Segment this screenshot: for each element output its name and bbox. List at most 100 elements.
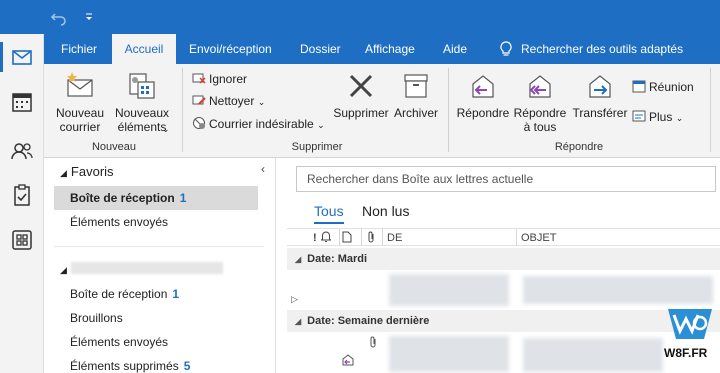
- ribbon-tabs: Fichier Accueil Envoi/réception Dossier …: [44, 34, 720, 64]
- tab-dossier[interactable]: Dossier: [292, 34, 349, 64]
- clean-up-button[interactable]: Nettoyer ⌄: [192, 92, 265, 110]
- column-divider: [382, 229, 383, 246]
- unread-count: 1: [179, 191, 187, 205]
- new-items-icon: [129, 73, 155, 99]
- group-respond-label: Répondre: [554, 141, 604, 153]
- mailbox-search-input[interactable]: Rechercher dans Boîte aux lettres actuel…: [296, 166, 716, 192]
- meeting-label: Réunion: [649, 80, 694, 94]
- divider: [54, 246, 264, 247]
- tab-affichage[interactable]: Affichage: [357, 34, 423, 64]
- ignore-button[interactable]: Ignorer: [192, 70, 247, 88]
- clean-up-label: Nettoyer: [209, 94, 255, 108]
- message-row[interactable]: ▷: [287, 272, 720, 306]
- group-header-last-week[interactable]: ◢ Date: Semaine dernière: [287, 310, 720, 332]
- group-delete-label: Supprimer: [291, 141, 343, 153]
- more-apps-icon[interactable]: [10, 228, 34, 252]
- redacted-sender: [389, 274, 509, 306]
- importance-column-icon[interactable]: !: [313, 231, 317, 245]
- from-column-header[interactable]: DE: [387, 231, 402, 245]
- favorites-title: Favoris: [70, 164, 114, 179]
- new-mail-button[interactable]: Nouveau courrier: [54, 70, 106, 134]
- reply-icon: [472, 75, 494, 98]
- redacted-sender: [389, 336, 509, 372]
- subject-column-header[interactable]: OBJET: [521, 231, 556, 245]
- reminder-column-icon[interactable]: [320, 231, 332, 245]
- reply-all-icon: [529, 75, 551, 98]
- tab-aide[interactable]: Aide: [435, 34, 475, 64]
- junk-button[interactable]: Courrier indésirable ⌄: [192, 115, 325, 133]
- account-header[interactable]: ◢: [60, 262, 223, 276]
- folder-label: Brouillons: [70, 311, 123, 325]
- new-mail-label: Nouveau courrier: [55, 106, 105, 134]
- folder-inbox[interactable]: Boîte de réception 1: [54, 282, 258, 306]
- undo-icon[interactable]: [50, 8, 68, 26]
- folder-deleted[interactable]: Éléments supprimés 5: [54, 354, 258, 373]
- more-icon: [632, 110, 646, 122]
- tab-unread[interactable]: Non lus: [362, 203, 409, 219]
- mail-icon[interactable]: [10, 45, 34, 69]
- replied-mail-icon: [341, 354, 355, 368]
- tab-all[interactable]: Tous: [314, 203, 344, 224]
- tell-me-search[interactable]: Rechercher des outils adaptés: [499, 34, 683, 64]
- forward-button[interactable]: Transférer: [572, 70, 628, 120]
- ribbon-separator: [182, 68, 183, 152]
- group-label: Date: Semaine dernière: [307, 315, 430, 327]
- folder-label: Boîte de réception: [70, 287, 168, 301]
- people-icon[interactable]: [10, 139, 34, 163]
- archive-button[interactable]: Archiver: [392, 70, 440, 120]
- column-divider: [361, 229, 362, 246]
- more-label: Plus: [649, 110, 673, 124]
- expand-thread-icon[interactable]: ▷: [291, 294, 298, 305]
- favorite-folder-sent[interactable]: Éléments envoyés: [54, 210, 258, 234]
- new-items-chevron-icon[interactable]: ⌄: [162, 120, 170, 138]
- reply-all-label: Répondre à tous: [513, 106, 567, 134]
- group-new-label: Nouveau: [91, 141, 137, 153]
- quick-access-dropdown-icon[interactable]: [84, 8, 94, 26]
- favorite-folder-inbox[interactable]: Boîte de réception 1: [54, 186, 258, 210]
- delete-icon: [349, 74, 373, 98]
- expand-triangle-icon: ◢: [60, 265, 67, 275]
- delete-button[interactable]: Supprimer: [332, 70, 390, 120]
- column-divider: [339, 229, 340, 246]
- meeting-button[interactable]: Réunion: [632, 78, 694, 96]
- ignore-icon: [192, 73, 206, 84]
- collapse-triangle-icon: ◢: [295, 317, 302, 326]
- more-button[interactable]: Plus ⌄: [632, 108, 683, 126]
- group-header-tuesday[interactable]: ◢ Date: Mardi: [287, 248, 720, 270]
- attachment-column-icon[interactable]: [367, 231, 375, 245]
- folder-sent[interactable]: Éléments envoyés: [54, 330, 258, 354]
- unread-count: 1: [172, 287, 180, 301]
- ribbon: Nouveau courrier Nouveaux éléments ⌄ Nou…: [44, 64, 720, 158]
- folder-label: Boîte de réception: [70, 191, 175, 205]
- reply-all-button[interactable]: Répondre à tous: [512, 70, 568, 134]
- folder-label: Éléments supprimés: [70, 359, 179, 373]
- calendar-icon[interactable]: [10, 90, 34, 114]
- clean-up-icon: [192, 95, 206, 105]
- reply-label: Répondre: [456, 106, 510, 120]
- navigation-rail: [0, 0, 44, 373]
- collapse-pane-icon[interactable]: ‹: [261, 162, 265, 176]
- tab-fichier[interactable]: Fichier: [53, 34, 105, 64]
- more-chevron-icon: ⌄: [675, 113, 684, 123]
- collapse-triangle-icon: ◢: [295, 255, 302, 264]
- folder-drafts[interactable]: Brouillons: [54, 306, 258, 330]
- archive-label: Archiver: [393, 106, 438, 120]
- tab-envoi-reception[interactable]: Envoi/réception: [181, 34, 280, 64]
- meeting-icon: [632, 80, 646, 93]
- folder-label: Éléments envoyés: [70, 215, 169, 229]
- message-row[interactable]: [287, 336, 720, 372]
- junk-chevron-icon: ⌄: [317, 120, 325, 130]
- tasks-icon[interactable]: [10, 183, 34, 207]
- tab-accueil[interactable]: Accueil: [112, 34, 176, 64]
- redacted-subject: [523, 276, 713, 304]
- watermark-text: W8F.FR: [664, 346, 708, 360]
- reply-button[interactable]: Répondre: [454, 70, 512, 120]
- item-type-column-icon[interactable]: [342, 231, 352, 245]
- tell-me-label: Rechercher des outils adaptés: [521, 42, 684, 56]
- title-bar: [0, 0, 720, 34]
- junk-icon: [193, 117, 205, 129]
- expand-triangle-icon: ◢: [60, 168, 67, 178]
- column-header: ! DE OBJET: [287, 228, 720, 246]
- favorites-header[interactable]: ◢ Favoris: [60, 164, 114, 179]
- message-list: Rechercher dans Boîte aux lettres actuel…: [277, 158, 720, 373]
